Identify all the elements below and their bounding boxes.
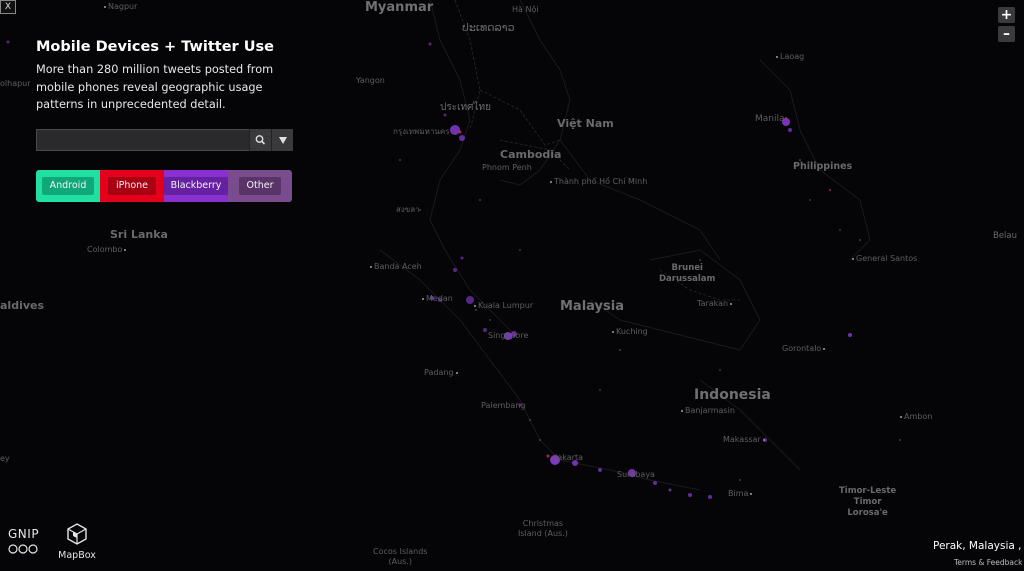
panel-description: More than 280 million tweets posted from… [36,63,274,111]
locate-arrow-icon [279,137,287,144]
place-label-phnom-penh: Phnom Penh [482,163,532,172]
country-label-viet-nam: Việt Nam [557,117,614,130]
place-label-jakarta: Jakarta [555,453,583,462]
country-label-cambodia: Cambodia [500,148,562,161]
place-label-cocos-islands: Cocos Islands (Aus.) [373,547,428,566]
legend-android[interactable]: Android [36,170,100,202]
place-label-ambon: Ambon [900,413,932,421]
legend-blackberry-button[interactable]: Blackberry [162,177,230,195]
search-button[interactable] [249,129,271,151]
place-label-ey: ey [0,454,10,463]
place-label-colombo: Colombo [87,246,128,254]
place-label-thai: ประเทศไทย [440,102,491,113]
place-label-nagpur: Nagpur [104,3,137,11]
place-label-tarakan: Tarakan [697,300,734,308]
info-panel: Mobile Devices + Twitter Use More than 2… [36,38,293,202]
place-label-manila: Manila [755,114,785,124]
place-label-christmas-island: Christmas Island (Aus.) [518,519,568,538]
zoom-in-button[interactable]: + [998,7,1015,23]
place-label-laoag: Laoag [776,53,804,61]
country-label-brunei: Brunei Darussalam [659,263,716,284]
legend-iphone[interactable]: iPhone [100,170,164,202]
place-label-palembang: Palembang [481,401,526,410]
country-label-sri-lanka: Sri Lanka [110,228,168,241]
place-label-medan: Medan [422,295,453,303]
mapbox-logo-text: MapBox [58,550,96,561]
zoom-out-button[interactable]: – [998,26,1015,42]
place-label-yangon: Yangon [356,76,385,85]
place-label-surabaya: Surabaya [617,470,655,479]
legend-other[interactable]: Other [228,170,292,202]
country-label-maldives: aldives [0,299,45,312]
terms-feedback-link[interactable]: Terms & Feedback [954,558,1022,567]
country-label-philippines: Philippines [793,161,853,172]
place-label-bima: Bima [728,490,754,498]
search-bar [36,129,293,151]
close-button[interactable]: X [0,0,16,14]
place-label-hcmc: Thành phố Hồ Chí Minh [550,178,647,186]
place-label-singapore: Singapore [488,331,529,340]
place-label-bangkok: กรุงเทพมหานคร [393,127,450,136]
country-label-myanmar: Myanmar [365,0,434,15]
place-label-banjarmasin: Banjarmasin [681,407,735,415]
legend-other-button[interactable]: Other [238,177,282,195]
country-label-timor-leste: Timor-Leste Timor Lorosa'e [839,486,897,518]
gnip-logo-text: GNIP [8,527,40,541]
country-label-belau: Belau [993,231,1018,241]
place-label-general-santos: General Santos [852,255,917,263]
current-location-label: Perak, Malaysia , [933,540,1022,552]
gnip-logo[interactable]: GNIP [8,528,42,554]
search-icon [255,135,266,145]
gnip-circles-icon [8,544,38,554]
place-label-lao: ປະເທດລາວ [462,21,515,34]
mapbox-cube-icon [67,523,87,545]
place-label-padang: Padang [424,369,460,377]
place-label-ha-noi: Hà Nội [512,5,539,14]
place-label-kolhapur: olhapur [0,79,31,88]
place-label-kuala-lumpur: Kuala Lumpur [474,302,533,310]
place-label-songkhla: สงขลา [396,205,420,214]
legend-blackberry[interactable]: Blackberry [162,170,230,202]
country-label-malaysia: Malaysia [560,299,624,314]
place-label-kuching: Kuching [612,328,648,336]
place-label-gorontalo: Gorontalo [782,345,827,353]
country-label-indonesia: Indonesia [694,387,771,403]
locate-button[interactable] [271,129,293,151]
panel-title: Mobile Devices + Twitter Use [36,39,274,55]
legend-android-button[interactable]: Android [41,177,95,195]
place-label-banda-aceh: Banda Aceh [370,263,422,271]
legend-iphone-button[interactable]: iPhone [107,177,157,195]
mapbox-logo[interactable]: MapBox [55,523,99,561]
device-legend: Android iPhone Blackberry Other [36,170,292,202]
place-label-makassar: Makassar [723,436,767,444]
search-input[interactable] [36,129,250,151]
